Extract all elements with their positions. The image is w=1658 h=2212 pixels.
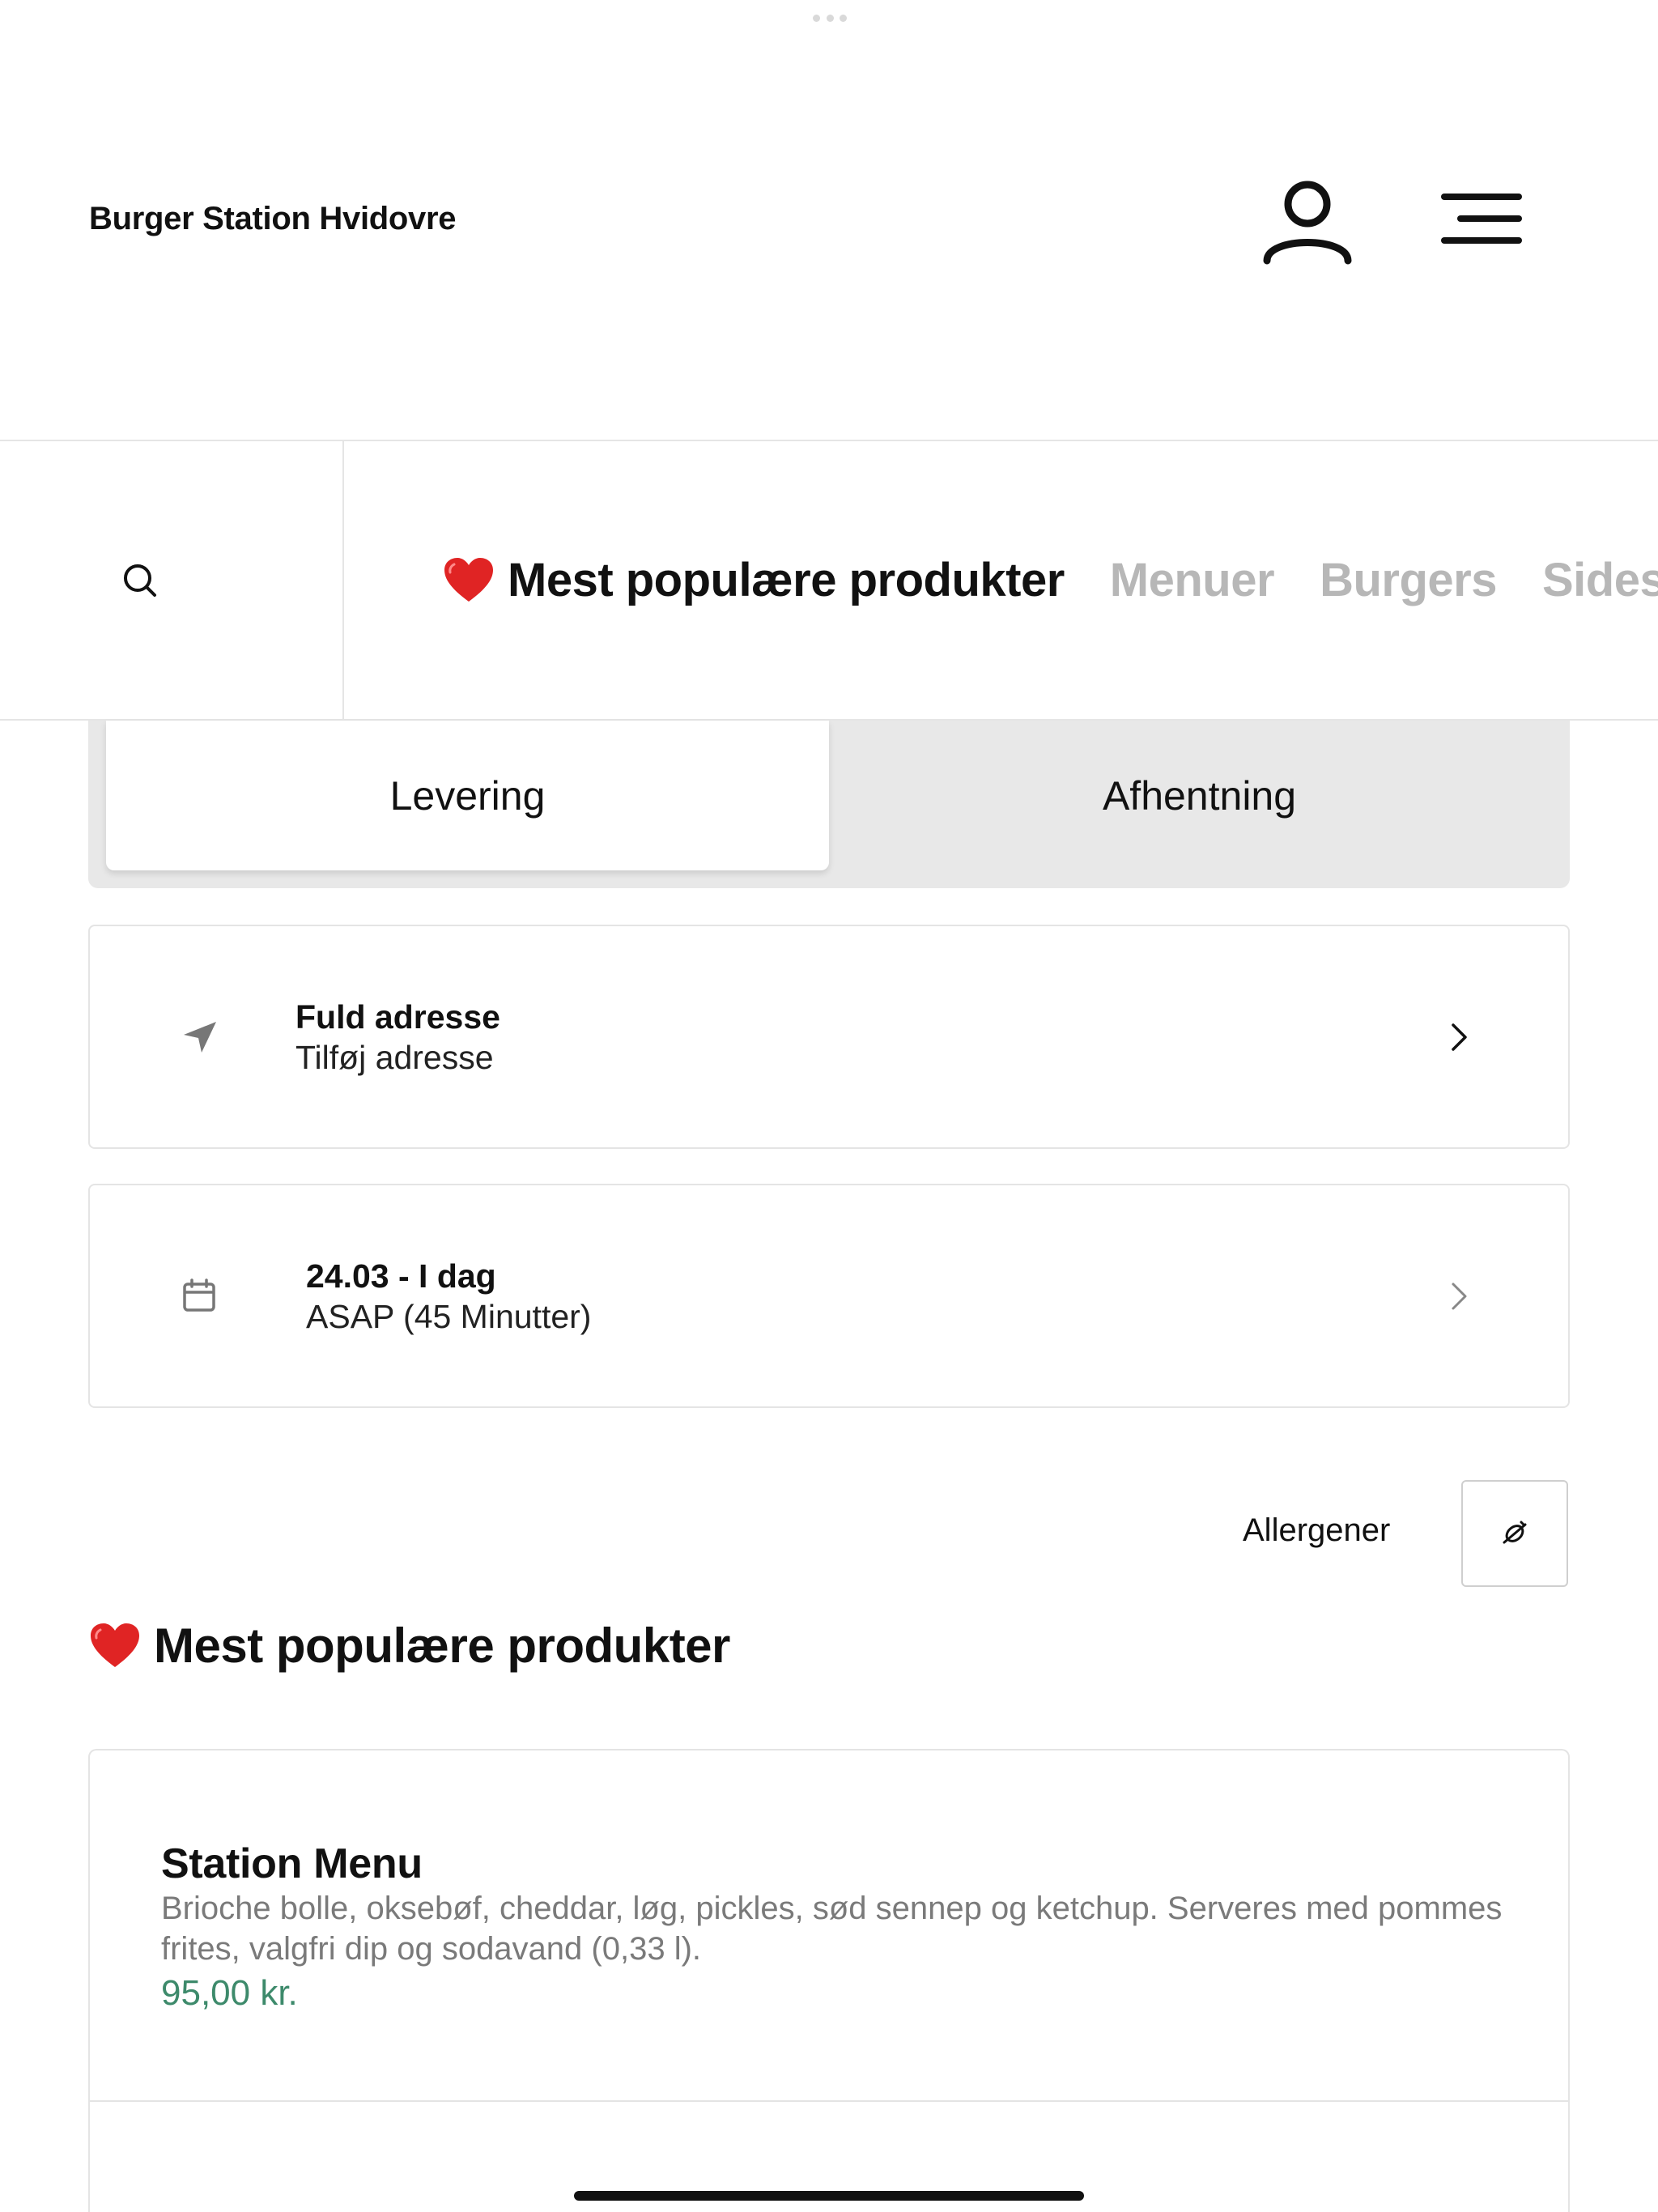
product-name: Station Menu <box>161 1840 423 1887</box>
category-tab-menuer[interactable]: Menuer <box>1109 553 1275 607</box>
allergen-label: Allergener <box>1243 1512 1391 1548</box>
category-tab-label: Mest populære produkter <box>508 554 1065 606</box>
address-subtitle: Tilføj adresse <box>295 1038 494 1076</box>
menu-button[interactable] <box>1425 174 1538 263</box>
delivery-time-text: 24.03 - I dag ASAP (45 Minutter) <box>306 1256 591 1337</box>
calendar-icon <box>183 1278 215 1312</box>
chevron-right-icon <box>1452 1283 1467 1309</box>
delivery-option[interactable]: Levering <box>106 721 829 870</box>
category-nav: Mest populære produkter Menuer Burgers S… <box>0 441 1658 721</box>
category-tab-burgers[interactable]: Burgers <box>1320 553 1497 607</box>
address-text: Fuld adresse Tilføj adresse <box>295 997 500 1078</box>
allergen-filter-icon <box>1503 1521 1527 1544</box>
category-tab-label: Menuer <box>1109 554 1275 606</box>
heart-icon <box>444 557 493 602</box>
location-arrow-icon <box>184 1021 216 1053</box>
search-icon <box>123 564 156 597</box>
delivery-date: 24.03 - I dag <box>306 1257 496 1295</box>
product-price: 95,00 kr. <box>161 1973 298 2013</box>
header: Burger Station Hvidovre <box>0 0 1658 441</box>
category-tab-popular[interactable]: Mest populære produkter <box>443 553 1065 607</box>
product-list: Station Menu Brioche bolle, oksebøf, che… <box>88 1749 1570 2212</box>
delivery-eta: ASAP (45 Minutter) <box>306 1297 592 1335</box>
category-tab-sides[interactable]: Sides <box>1542 553 1658 607</box>
hamburger-menu-icon <box>1441 194 1522 244</box>
account-button[interactable] <box>1255 170 1360 275</box>
category-strip[interactable]: Mest populære produkter Menuer Burgers S… <box>344 441 1658 719</box>
product-description: Brioche bolle, oksebøf, cheddar, løg, pi… <box>161 1891 1503 1967</box>
order-type-toggle: Levering Afhentning <box>88 721 1570 888</box>
category-tab-label: Sides <box>1541 554 1658 606</box>
chevron-right-icon <box>1452 1023 1467 1051</box>
address-title: Fuld adresse <box>295 998 500 1036</box>
section-title: Mest populære produkter <box>89 1618 730 1674</box>
pickup-option[interactable]: Afhentning <box>829 721 1570 870</box>
user-icon <box>1263 181 1352 265</box>
page: Burger Station Hvidovre Mest populære pr… <box>0 0 1658 2212</box>
product-card[interactable]: Station Menu Brioche bolle, oksebøf, che… <box>90 1750 1568 2102</box>
section-title-text: Mest populære produkter <box>154 1619 730 1673</box>
allergen-filter-button[interactable] <box>1461 1480 1568 1587</box>
address-card[interactable]: Fuld adresse Tilføj adresse <box>88 925 1570 1149</box>
heart-icon <box>91 1623 139 1667</box>
search-button[interactable] <box>0 441 344 719</box>
category-tab-label: Burgers <box>1320 554 1497 606</box>
store-name: Burger Station Hvidovre <box>89 201 457 236</box>
delivery-time-card[interactable]: 24.03 - I dag ASAP (45 Minutter) <box>88 1184 1570 1408</box>
home-indicator[interactable] <box>574 2191 1084 2201</box>
